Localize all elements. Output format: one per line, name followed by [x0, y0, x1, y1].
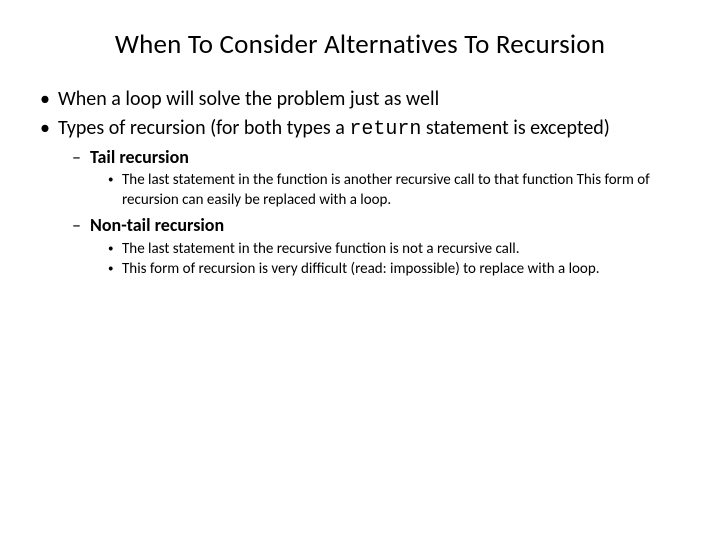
bullet-text: Tail recursion	[90, 146, 189, 168]
code-keyword: return	[349, 118, 421, 141]
bullet-text: This form of recursion is very difficult…	[122, 260, 600, 278]
bullet-text: The last statement in the recursive func…	[122, 240, 520, 258]
bullet-lvl2: Tail recursion The last statement in the…	[72, 146, 680, 210]
sub-list: Tail recursion The last statement in the…	[58, 146, 680, 280]
slide: When To Consider Alternatives To Recursi…	[0, 0, 720, 540]
sub-sub-list: The last statement in the function is an…	[90, 171, 680, 210]
bullet-text: Non-tail recursion	[90, 214, 224, 236]
bullet-lvl1: Types of recursion (for both types a ret…	[40, 116, 680, 280]
bullet-text: The last statement in the function is an…	[122, 171, 650, 209]
bullet-lvl1: When a loop will solve the problem just …	[40, 87, 680, 112]
bullet-text-post: statement is excepted)	[421, 116, 610, 140]
bullet-list: When a loop will solve the problem just …	[40, 87, 680, 280]
bullet-lvl3: The last statement in the function is an…	[108, 171, 680, 210]
bullet-lvl2: Non-tail recursion The last statement in…	[72, 214, 680, 279]
bullet-text-pre: Types of recursion (for both types a	[58, 116, 349, 140]
slide-title: When To Consider Alternatives To Recursi…	[40, 28, 680, 61]
bullet-lvl3: This form of recursion is very difficult…	[108, 260, 680, 280]
sub-sub-list: The last statement in the recursive func…	[90, 240, 680, 280]
bullet-lvl3: The last statement in the recursive func…	[108, 240, 680, 260]
bullet-text: When a loop will solve the problem just …	[58, 87, 439, 111]
